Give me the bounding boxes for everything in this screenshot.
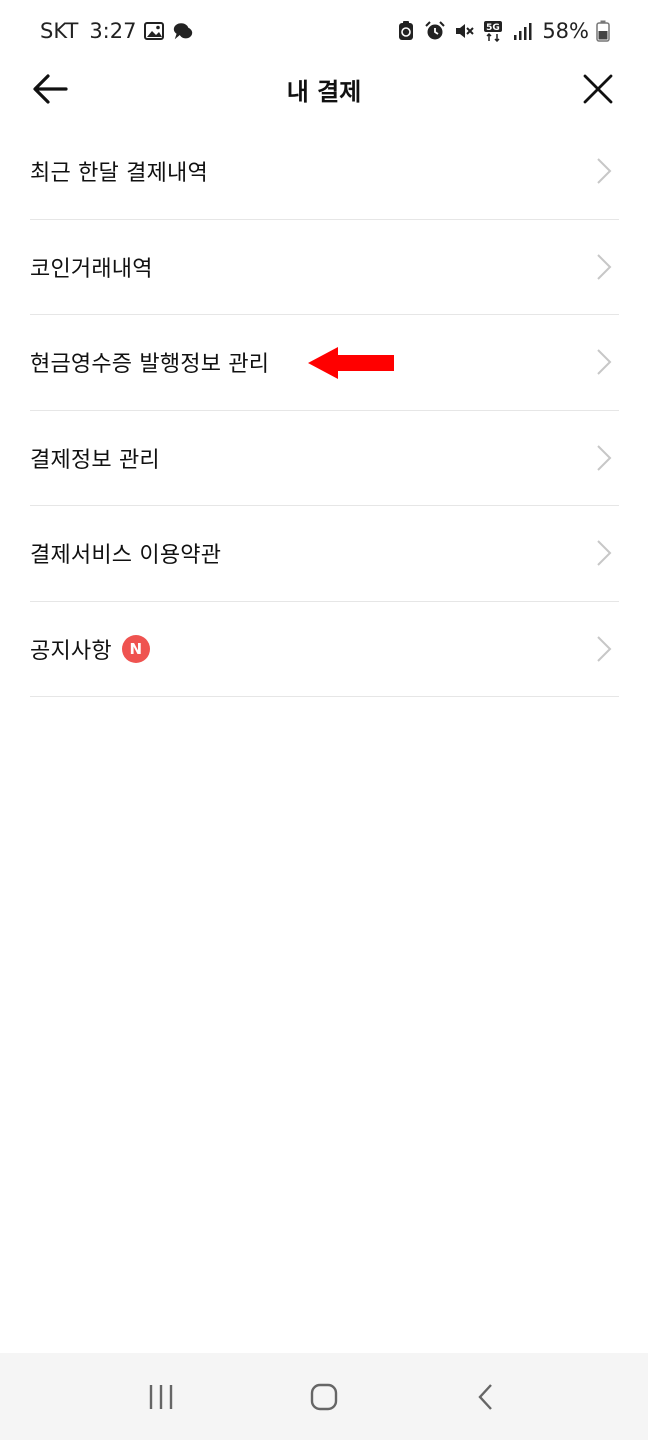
signal-icon (514, 23, 532, 40)
svg-text:5G: 5G (486, 23, 500, 33)
chevron-right-icon (597, 349, 612, 375)
menu-item-label: 코인거래내역 (30, 256, 153, 282)
app-header: 내 결제 (0, 62, 648, 116)
menu-item-notices[interactable]: 공지사항 N (30, 602, 619, 697)
menu-item-label: 결제정보 관리 (30, 447, 160, 473)
payment-menu-list: 최근 한달 결제내역 코인거래내역 현금영수증 발행정보 관리 결제정보 관리 (30, 124, 619, 697)
alarm-icon (425, 21, 446, 40)
chevron-right-icon (597, 540, 612, 566)
menu-item-terms[interactable]: 결제서비스 이용약관 (30, 506, 619, 602)
menu-item-label: 최근 한달 결제내역 (30, 161, 208, 187)
chevron-right-icon (597, 254, 612, 280)
menu-item-payment-info[interactable]: 결제정보 관리 (30, 411, 619, 506)
home-icon (310, 1383, 338, 1410)
new-badge: N (121, 634, 150, 663)
gallery-icon (144, 22, 165, 40)
menu-item-recent-payments[interactable]: 최근 한달 결제내역 (30, 124, 619, 220)
battery-percent: 58% (542, 19, 589, 43)
home-button[interactable] (304, 1377, 344, 1417)
chat-bubble-icon (174, 23, 193, 40)
close-icon[interactable] (580, 71, 616, 107)
battery-saver-icon (399, 21, 414, 40)
nav-back-button[interactable] (467, 1377, 507, 1417)
menu-item-label: 결제서비스 이용약관 (30, 543, 222, 569)
nav-back-icon (478, 1383, 492, 1410)
screen: SKT 3:27 5G 58% 내 결제 최근 한달 결제내역 코인거래내역 현… (0, 0, 648, 1440)
red-arrow-annotation-icon (308, 347, 394, 379)
back-arrow-icon[interactable] (30, 71, 70, 107)
recent-apps-icon (150, 1384, 173, 1409)
mute-icon (456, 24, 475, 38)
chevron-right-icon (597, 158, 612, 184)
battery-icon (596, 20, 610, 42)
menu-item-label: 현금영수증 발행정보 관리 (30, 352, 270, 378)
status-left: SKT 3:27 (40, 19, 194, 43)
carrier-label: SKT (40, 19, 79, 43)
page-title: 내 결제 (286, 77, 362, 106)
5g-data-icon: 5G (484, 21, 503, 42)
menu-item-label: 공지사항 (30, 638, 112, 664)
recent-apps-button[interactable] (141, 1377, 181, 1417)
status-bar: SKT 3:27 5G 58% (0, 0, 648, 62)
status-right: 5G 58% (395, 19, 610, 43)
menu-item-cash-receipt[interactable]: 현금영수증 발행정보 관리 (30, 315, 619, 411)
chevron-right-icon (597, 445, 612, 471)
clock-label: 3:27 (89, 19, 137, 43)
menu-item-coin-history[interactable]: 코인거래내역 (30, 220, 619, 315)
chevron-right-icon (597, 636, 612, 662)
system-nav-bar (0, 1353, 648, 1440)
